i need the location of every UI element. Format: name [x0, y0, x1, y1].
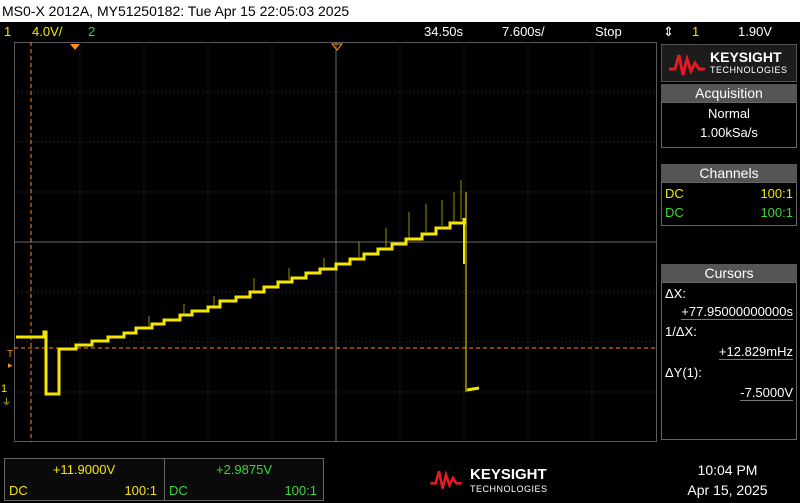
- bottom-keysight-wave-icon: [430, 470, 462, 489]
- bottom-logo-sub: TECHNOLOGIES: [470, 484, 548, 494]
- measurement-1-probe: 100:1: [124, 483, 157, 498]
- measurement-2-value: +2.9875V: [215, 462, 273, 477]
- bottom-bar: +11.9000V DC 100:1 +2.9875V DC 100:1 KEY…: [0, 452, 800, 503]
- trigger-slope-icon: ⇕: [663, 24, 674, 39]
- ch1-waveform: [16, 192, 480, 396]
- channel-1-coupling: DC: [665, 186, 684, 201]
- left-markers: T ▸ 1 ⏚: [0, 42, 14, 442]
- logo-name: KEYSIGHT: [710, 49, 782, 65]
- channel-2-row[interactable]: DC 100:1: [665, 204, 793, 222]
- channels-panel[interactable]: DC 100:1 DC 100:1: [661, 182, 797, 226]
- measurement-1-coupling: DC: [9, 483, 28, 498]
- waveform-graticule: [14, 42, 657, 442]
- channel-2-probe: 100:1: [760, 205, 793, 220]
- bottom-keysight-logo: KEYSIGHT TECHNOLOGIES: [428, 464, 568, 494]
- trigger-level[interactable]: 1.90V: [738, 22, 772, 42]
- measurement-1[interactable]: +11.9000V DC 100:1: [5, 459, 163, 500]
- time-scale[interactable]: 7.600s/: [502, 22, 545, 42]
- time-reference-marker: [330, 43, 344, 51]
- keysight-wave-icon: [669, 53, 705, 76]
- time-position[interactable]: 34.50s: [424, 22, 463, 42]
- cursor-dx-value: +77.95000000000s: [681, 304, 793, 320]
- cursors-panel[interactable]: ΔX: +77.95000000000s 1/ΔX: +12.829mHz ΔY…: [661, 282, 797, 440]
- measurement-2-coupling: DC: [169, 483, 188, 498]
- ch1-number[interactable]: 1: [4, 22, 11, 42]
- channel-1-probe: 100:1: [760, 186, 793, 201]
- cursor-inv-dx-value: +12.829mHz: [718, 344, 793, 360]
- ch1-scale[interactable]: 4.0V/: [32, 22, 62, 42]
- acquisition-header[interactable]: Acquisition: [661, 84, 797, 102]
- acquisition-panel[interactable]: Normal 1.00kSa/s: [661, 102, 797, 148]
- cursor-dy-value: -7.5000V: [740, 385, 793, 401]
- clock: 10:04 PM Apr 15, 2025: [670, 460, 785, 500]
- trigger-arrow-icon: ▸: [8, 360, 13, 370]
- measurement-1-value: +11.9000V: [52, 462, 116, 477]
- trigger-channel[interactable]: 1: [692, 22, 699, 42]
- acquisition-mode: Normal: [708, 106, 750, 121]
- ch1-noise: [148, 180, 462, 326]
- waveform-display[interactable]: [14, 42, 657, 442]
- cursor-dy-label: ΔY(1):: [665, 365, 702, 380]
- keysight-logo: KEYSIGHT TECHNOLOGIES: [661, 44, 797, 82]
- measurement-2-probe: 100:1: [284, 483, 317, 498]
- clock-time: 10:04 PM: [697, 462, 758, 478]
- acquisition-rate: 1.00kSa/s: [700, 125, 758, 140]
- ground-icon: ⏚: [2, 397, 12, 407]
- ch2-number[interactable]: 2: [88, 22, 95, 42]
- run-state[interactable]: Stop: [595, 22, 622, 42]
- channel-1-row[interactable]: DC 100:1: [665, 185, 793, 203]
- title-bar: MS0-X 2012A, MY51250182: Tue Apr 15 22:0…: [0, 0, 800, 22]
- logo-sub: TECHNOLOGIES: [710, 65, 788, 75]
- ground-marker[interactable]: 1: [1, 383, 7, 395]
- clock-date: Apr 15, 2025: [687, 482, 768, 498]
- status-bar: 1 4.0V/ 2 34.50s 7.600s/ Stop ⇕ 1 1.90V: [0, 22, 800, 42]
- channel-2-coupling: DC: [665, 205, 684, 220]
- measurement-2[interactable]: +2.9875V DC 100:1: [165, 459, 323, 500]
- channels-header[interactable]: Channels: [661, 164, 797, 182]
- trigger-level-marker[interactable]: T: [7, 349, 13, 360]
- cursors-header[interactable]: Cursors: [661, 264, 797, 282]
- cursor-inv-dx-label: 1/ΔX:: [665, 324, 697, 339]
- cursor-dx-label: ΔX:: [665, 286, 686, 301]
- bottom-logo-name: KEYSIGHT: [470, 466, 547, 483]
- measurement-box[interactable]: +11.9000V DC 100:1 +2.9875V DC 100:1: [4, 458, 324, 501]
- trigger-position-marker: [70, 44, 80, 50]
